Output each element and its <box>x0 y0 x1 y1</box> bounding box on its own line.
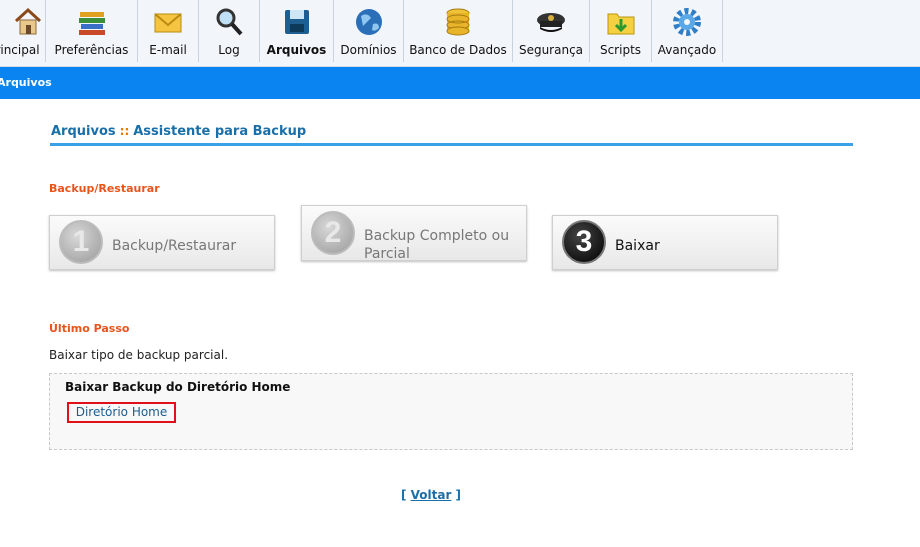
gear-icon <box>673 8 701 36</box>
home-directory-link[interactable]: Diretório Home <box>67 402 176 423</box>
page-title: Arquivos:: Assistente para Backup <box>51 124 306 139</box>
step-label-line-1: Backup Completo ou <box>364 228 510 244</box>
last-step-title: Último Passo <box>49 322 130 335</box>
step-number-badge: 1 <box>59 220 103 264</box>
step-label: Backup Completo ou Parcial <box>364 227 509 263</box>
title-divider <box>50 143 853 146</box>
home-icon <box>14 7 41 35</box>
tool-label: Log <box>218 43 240 57</box>
back-link[interactable]: Voltar <box>411 488 452 502</box>
wizard-section-title: Backup/Restaurar <box>49 182 160 195</box>
top-toolbar: rincipal Preferências E-mail Log Arquivo… <box>0 0 920 67</box>
section-bar-label: Arquivos <box>0 76 52 89</box>
section-bar: Arquivos <box>0 67 920 99</box>
download-panel-title: Baixar Backup do Diretório Home <box>65 380 291 394</box>
tool-email[interactable]: E-mail <box>138 0 199 62</box>
tool-label: Arquivos <box>266 43 327 57</box>
tool-avancado[interactable]: Avançado <box>652 0 723 62</box>
step-label: Backup/Restaurar <box>112 238 237 254</box>
wizard-step-1: 1 Backup/Restaurar <box>49 215 275 270</box>
step-number-badge: 2 <box>311 211 355 255</box>
tool-dominios[interactable]: Domínios <box>334 0 404 62</box>
tool-banco-de-dados[interactable]: Banco de Dados <box>404 0 513 62</box>
page-title-section: Arquivos <box>51 124 116 139</box>
back-bracket-open: [ <box>400 488 411 502</box>
tool-label: Avançado <box>657 43 717 57</box>
database-icon <box>446 8 470 36</box>
magnifier-icon <box>216 8 243 36</box>
page-subtitle: Assistente para Backup <box>133 124 307 139</box>
last-step-description: Baixar tipo de backup parcial. <box>49 348 229 362</box>
download-panel: Baixar Backup do Diretório Home Diretóri… <box>49 373 853 450</box>
wizard-step-2: 2 Backup Completo ou Parcial <box>301 205 527 263</box>
tool-seguranca[interactable]: Segurança <box>513 0 590 62</box>
tool-scripts[interactable]: Scripts <box>590 0 652 62</box>
envelope-icon <box>154 13 182 33</box>
globe-icon <box>355 9 382 35</box>
step-label: Baixar <box>615 238 660 254</box>
tool-label: E-mail <box>149 43 187 57</box>
tool-log[interactable]: Log <box>199 0 260 62</box>
tool-principal[interactable]: rincipal <box>0 0 46 62</box>
tool-label: Segurança <box>518 43 584 57</box>
wizard-step-3: 3 Baixar <box>552 215 778 270</box>
tool-label: Scripts <box>599 43 642 57</box>
tool-label: Preferências <box>54 43 129 57</box>
tool-label: rincipal <box>0 43 40 57</box>
books-icon <box>78 12 105 35</box>
police-cap-icon <box>537 13 565 32</box>
step-label-line-2: Parcial <box>364 246 410 262</box>
floppy-disk-icon <box>284 10 309 34</box>
tool-preferencias[interactable]: Preferências <box>46 0 138 62</box>
step-number-badge: 3 <box>562 220 606 264</box>
tool-label: Domínios <box>340 43 397 57</box>
title-separator: :: <box>119 124 130 138</box>
folder-download-icon <box>607 13 634 35</box>
tool-label: Banco de Dados <box>409 43 507 57</box>
back-nav: [ Voltar ] <box>0 488 862 502</box>
tool-arquivos[interactable]: Arquivos <box>260 0 334 62</box>
back-bracket-close: ] <box>451 488 462 502</box>
